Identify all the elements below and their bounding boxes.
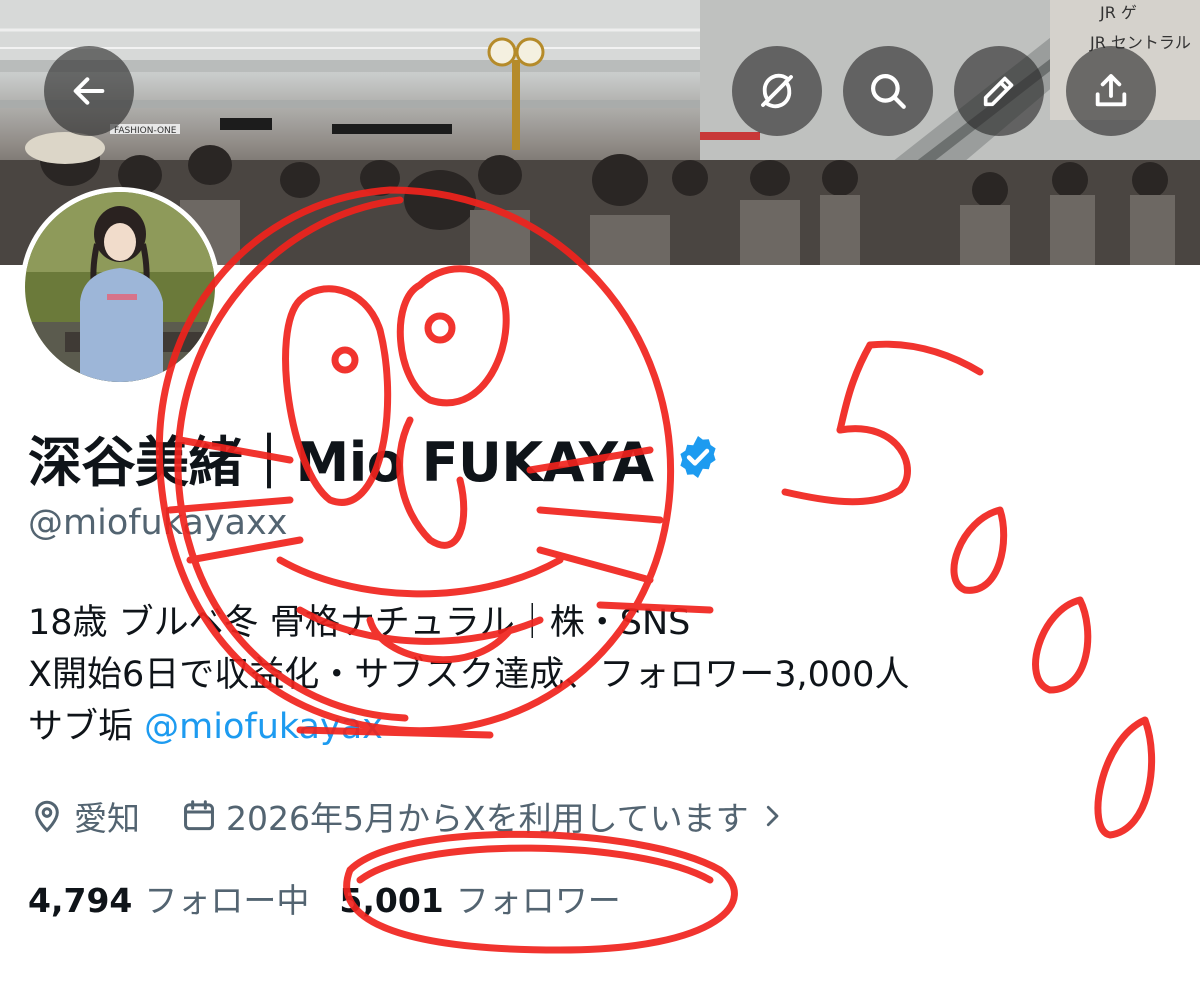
bio-line-3: サブ垢 @miofukayax (28, 701, 1178, 753)
followers-label: フォロワー (455, 881, 621, 920)
joined-date[interactable]: 2026年5月からXを利用しています (180, 792, 795, 840)
banner-sign-fashion: FASHION-ONE (114, 126, 177, 136)
share-upload-icon (1095, 74, 1127, 107)
verified-badge-icon[interactable] (674, 433, 722, 481)
location-pin-icon (35, 800, 59, 833)
chevron-right-icon (766, 805, 778, 827)
arrow-left-icon (73, 77, 105, 105)
pencil-icon (983, 76, 1014, 107)
follow-stats: 4,794 フォロー中 5,001 フォロワー (28, 872, 621, 924)
back-button[interactable] (44, 46, 134, 136)
grok-icon (761, 73, 793, 109)
following-link[interactable]: 4,794 フォロー中 (28, 874, 309, 922)
followers-link[interactable]: 5,001 フォロワー (339, 874, 620, 922)
banner-sign-jr: JR ゲ (1099, 3, 1137, 22)
profile-name: 深谷美緒｜Mio FUKAYA (28, 430, 654, 494)
share-button[interactable] (1066, 46, 1156, 136)
bio-mention-link[interactable]: @miofukayax (144, 707, 383, 747)
following-count: 4,794 (28, 881, 133, 920)
profile-avatar[interactable] (20, 187, 220, 387)
grok-button[interactable] (732, 46, 822, 136)
location: 愛知 (28, 792, 140, 840)
followers-count: 5,001 (339, 881, 444, 920)
following-label: フォロー中 (144, 881, 310, 920)
search-button[interactable] (843, 46, 933, 136)
profile-name-row: 深谷美緒｜Mio FUKAYA (28, 420, 722, 494)
profile-bio: 18歳 ブルベ冬 骨格ナチュラル｜株・SNS X開始6日で収益化・サブスク達成、… (28, 597, 1178, 753)
location-text: 愛知 (74, 799, 140, 838)
bio-line-3-prefix: サブ垢 (28, 707, 145, 747)
bio-line-2: X開始6日で収益化・サブスク達成、フォロワー3,000人 (28, 655, 910, 695)
search-icon (871, 74, 906, 109)
profile-meta: 愛知 2026年5月からXを利用しています (28, 790, 795, 842)
calendar-icon (184, 800, 214, 831)
bio-line-1: 18歳 ブルベ冬 骨格ナチュラル｜株・SNS (28, 603, 691, 643)
avatar-photo (25, 192, 215, 382)
edit-button[interactable] (954, 46, 1044, 136)
joined-text: 2026年5月からXを利用しています (226, 799, 749, 838)
profile-handle: @miofukayaxx (28, 503, 288, 543)
